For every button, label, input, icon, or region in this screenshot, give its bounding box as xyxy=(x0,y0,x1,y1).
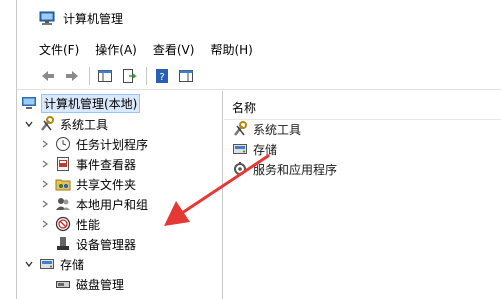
users-icon xyxy=(55,196,71,212)
tree-item-shared-folders[interactable]: 共享文件夹 xyxy=(39,174,136,194)
window-title: 计算机管理 xyxy=(63,11,124,26)
chevron-right-icon[interactable] xyxy=(39,158,51,170)
tree-label: 性能 xyxy=(76,217,101,232)
help-icon: ? xyxy=(156,68,168,83)
tree-item-disk-management[interactable]: 磁盘管理 xyxy=(55,274,124,294)
tree-item-device-manager[interactable]: 设备管理器 xyxy=(55,234,136,254)
help-button[interactable]: ? xyxy=(151,65,173,87)
menu-help[interactable]: 帮助(H) xyxy=(210,41,252,58)
action-pane-icon xyxy=(179,69,193,82)
tree-label: 事件查看器 xyxy=(76,157,137,172)
tree-label: 设备管理器 xyxy=(76,237,137,252)
tree-item-root[interactable]: 计算机管理(本地) xyxy=(21,93,141,113)
computer-management-window: 计算机管理 文件(F) 操作(A) 查看(V) 帮助(H) ? 计算机管理(本地… xyxy=(16,0,501,299)
menu-bar: 文件(F) 操作(A) 查看(V) 帮助(H) xyxy=(17,36,501,62)
chevron-right-icon[interactable] xyxy=(39,218,51,230)
event-log-icon xyxy=(55,156,71,172)
shared-folder-icon xyxy=(55,176,71,192)
svg-text:?: ? xyxy=(159,72,164,83)
storage-icon xyxy=(39,256,55,272)
tools-icon xyxy=(232,121,248,137)
menu-view[interactable]: 查看(V) xyxy=(153,41,195,58)
storage-icon xyxy=(232,141,248,157)
navigation-tree: 计算机管理(本地) 系统工具 任务计划程序 事件查看器 共享文件夹 本地用户和组… xyxy=(17,91,223,299)
list-item-label: 服务和应用程序 xyxy=(253,162,338,177)
column-header-name[interactable]: 名称 xyxy=(232,99,256,116)
tree-item-system-tools[interactable]: 系统工具 xyxy=(23,114,108,134)
toolbar: ? xyxy=(17,62,501,90)
chevron-right-icon[interactable] xyxy=(39,198,51,210)
tree-label: 任务计划程序 xyxy=(76,137,149,152)
tree-label: 本地用户和组 xyxy=(76,197,149,212)
forward-button[interactable] xyxy=(61,65,83,87)
tree-item-event-viewer[interactable]: 事件查看器 xyxy=(39,154,136,174)
menu-action[interactable]: 操作(A) xyxy=(95,41,137,58)
computer-management-icon xyxy=(21,95,37,111)
list-item-label: 系统工具 xyxy=(253,122,302,137)
menu-file[interactable]: 文件(F) xyxy=(39,41,79,58)
details-pane: 名称 系统工具 存储 服务和应用程序 xyxy=(224,91,501,299)
show-tree-button[interactable] xyxy=(94,65,116,87)
toolbar-separator xyxy=(89,66,90,85)
forward-arrow-icon xyxy=(66,70,78,81)
list-item-label: 存储 xyxy=(253,142,278,157)
chevron-right-icon[interactable] xyxy=(39,138,51,150)
clock-icon xyxy=(55,136,71,152)
chevron-down-icon[interactable] xyxy=(23,258,35,270)
tree-item-performance[interactable]: 性能 xyxy=(39,214,100,234)
back-button[interactable] xyxy=(37,65,59,87)
export-list-icon xyxy=(123,68,137,83)
list-item[interactable]: 服务和应用程序 xyxy=(232,159,337,179)
chevron-right-icon[interactable] xyxy=(39,178,51,190)
export-list-button[interactable] xyxy=(118,65,140,87)
action-pane-button[interactable] xyxy=(175,65,197,87)
tree-label: 共享文件夹 xyxy=(76,177,137,192)
list-item[interactable]: 系统工具 xyxy=(232,119,301,139)
tree-label: 系统工具 xyxy=(60,117,109,132)
toolbar-separator xyxy=(146,66,147,85)
computer-management-icon xyxy=(39,10,55,26)
list-item[interactable]: 存储 xyxy=(232,139,277,159)
services-icon xyxy=(232,161,248,177)
disk-icon xyxy=(55,276,71,292)
title-bar: 计算机管理 xyxy=(17,0,501,36)
device-manager-icon xyxy=(55,236,71,252)
tree-item-local-users[interactable]: 本地用户和组 xyxy=(39,194,148,214)
tree-label: 存储 xyxy=(60,257,85,272)
show-tree-icon xyxy=(98,69,112,82)
tree-item-task-scheduler[interactable]: 任务计划程序 xyxy=(39,134,148,154)
performance-icon xyxy=(55,216,71,232)
tree-label: 磁盘管理 xyxy=(76,277,125,292)
back-arrow-icon xyxy=(42,70,54,81)
tree-item-storage[interactable]: 存储 xyxy=(23,254,84,274)
chevron-down-icon[interactable] xyxy=(23,118,35,130)
tools-icon xyxy=(39,116,55,132)
tree-label: 计算机管理(本地) xyxy=(40,93,141,113)
